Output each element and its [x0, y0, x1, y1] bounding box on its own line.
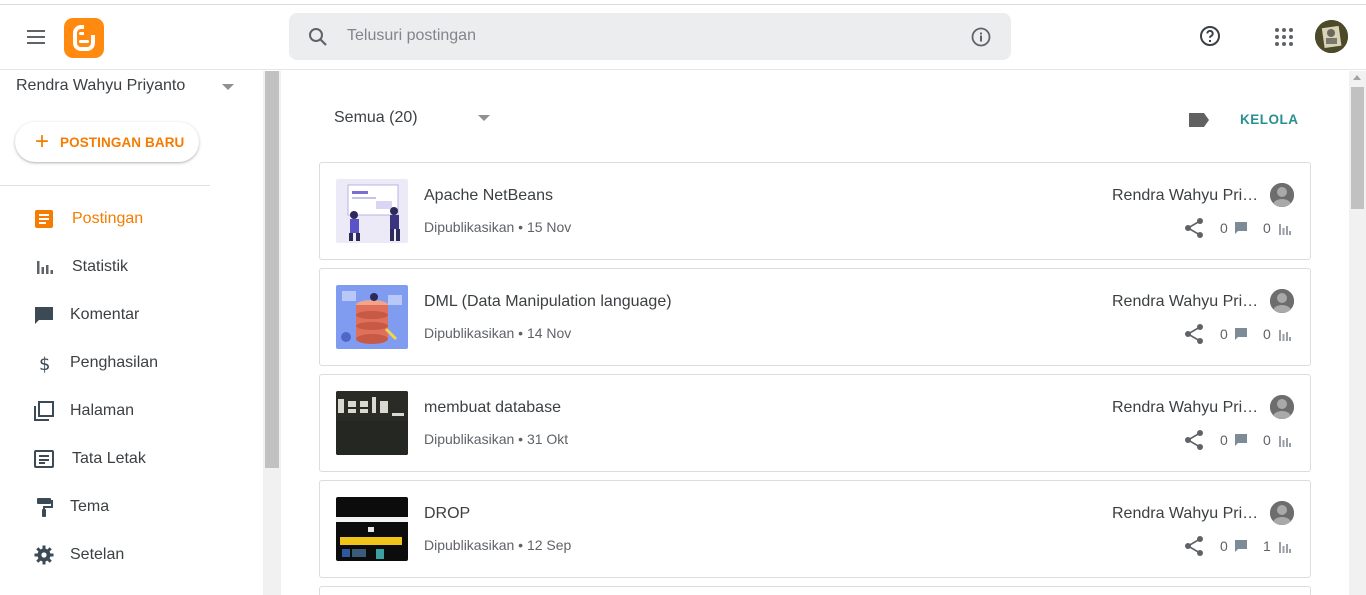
apps-grid-icon[interactable]: [1272, 25, 1296, 49]
paint-roller-icon: [32, 495, 56, 519]
app-header: [0, 5, 1366, 70]
blogger-logo-icon[interactable]: [64, 18, 104, 58]
divider: [0, 185, 210, 186]
post-list-item[interactable]: DROP Dipublikasikan • 12 Sep Rendra Wahy…: [319, 480, 1311, 578]
sidebar-item-label: Statistik: [72, 258, 129, 275]
post-title[interactable]: DROP: [424, 505, 470, 523]
view-count: 0: [1263, 220, 1271, 236]
search-input[interactable]: [347, 21, 947, 51]
post-thumbnail: [336, 497, 408, 561]
view-count: 1: [1263, 538, 1271, 554]
gear-icon: [32, 543, 56, 567]
sidebar-item-label: Halaman: [70, 402, 135, 419]
sidebar-item-label: Tema: [70, 498, 110, 515]
search-bar: [289, 13, 1011, 60]
post-status: Dipublikasikan • 31 Okt: [424, 431, 569, 447]
manage-labels-button[interactable]: KELOLA: [1240, 112, 1299, 127]
author-avatar: [1270, 289, 1294, 313]
sidebar-item-label: Komentar: [70, 306, 140, 323]
sidebar-item-theme[interactable]: Tema: [0, 487, 260, 527]
help-icon[interactable]: [1198, 24, 1222, 48]
post-title[interactable]: DML (Data Manipulation language): [424, 293, 672, 311]
author-avatar: [1270, 501, 1294, 525]
comment-icon: [1234, 539, 1248, 553]
sidebar-item-settings[interactable]: Setelan: [0, 535, 260, 575]
post-status: Dipublikasikan • 12 Sep: [424, 537, 572, 553]
new-post-button[interactable]: + POSTINGAN BARU: [15, 122, 199, 162]
blog-selector[interactable]: Rendra Wahyu Priyanto: [16, 77, 185, 95]
account-avatar[interactable]: [1315, 20, 1348, 53]
sidebar-item-label: Setelan: [70, 546, 125, 563]
stats-icon: [32, 255, 56, 279]
author-avatar: [1270, 183, 1294, 207]
chevron-down-icon[interactable]: [222, 84, 234, 90]
sidebar-item-pages[interactable]: Halaman: [0, 391, 260, 431]
post-list-item[interactable]: Apache NetBeans Dipublikasikan • 15 Nov …: [319, 162, 1311, 260]
search-icon[interactable]: [306, 25, 330, 49]
comment-icon: [1234, 221, 1248, 235]
post-thumbnail: [336, 179, 408, 243]
comment-count: 0: [1220, 326, 1228, 342]
pages-icon: [32, 399, 56, 423]
post-author: Rendra Wahyu Priyanto: [1112, 505, 1262, 522]
comment-icon: [1234, 327, 1248, 341]
author-avatar: [1270, 395, 1294, 419]
share-icon[interactable]: [1183, 217, 1205, 239]
scroll-up-arrow-icon[interactable]: [1353, 75, 1361, 80]
post-author: Rendra Wahyu Priyanto: [1112, 293, 1262, 310]
comment-count: 0: [1220, 432, 1228, 448]
view-count: 0: [1263, 432, 1271, 448]
chevron-down-icon[interactable]: [478, 115, 490, 121]
view-count: 0: [1263, 326, 1271, 342]
post-title[interactable]: membuat database: [424, 399, 561, 417]
info-icon[interactable]: [970, 26, 992, 48]
post-thumbnail: [336, 285, 408, 349]
comment-count: 0: [1220, 220, 1228, 236]
share-icon[interactable]: [1183, 323, 1205, 345]
comment-icon: [1234, 433, 1248, 447]
comment-count: 0: [1220, 538, 1228, 554]
post-filter-dropdown[interactable]: Semua (20): [334, 109, 418, 127]
stats-icon: [1279, 328, 1291, 341]
posts-icon: [32, 207, 56, 231]
comment-icon: [32, 303, 56, 327]
sidebar: Rendra Wahyu Priyanto + POSTINGAN BARU P…: [0, 71, 263, 595]
post-status: Dipublikasikan • 14 Nov: [424, 325, 572, 341]
post-list-item[interactable]: [319, 586, 1311, 595]
post-title[interactable]: Apache NetBeans: [424, 187, 553, 205]
label-icon[interactable]: [1187, 111, 1211, 129]
post-author: Rendra Wahyu Priyanto: [1112, 399, 1262, 416]
stats-icon: [1279, 222, 1291, 235]
sidebar-item-label: Penghasilan: [70, 354, 159, 371]
post-status: Dipublikasikan • 15 Nov: [424, 219, 572, 235]
post-list-item[interactable]: membuat database Dipublikasikan • 31 Okt…: [319, 374, 1311, 472]
dollar-icon: $: [32, 351, 56, 375]
main-scrollbar-thumb[interactable]: [1351, 87, 1364, 209]
post-list-item[interactable]: DML (Data Manipulation language) Dipubli…: [319, 268, 1311, 366]
stats-icon: [1279, 540, 1291, 553]
sidebar-scrollbar-thumb[interactable]: [265, 71, 279, 468]
sidebar-item-label: Tata Letak: [72, 450, 146, 467]
plus-icon: +: [35, 128, 50, 155]
sidebar-item-posts[interactable]: Postingan: [0, 199, 260, 239]
sidebar-item-earnings[interactable]: $ Penghasilan: [0, 343, 260, 383]
sidebar-item-stats[interactable]: Statistik: [0, 247, 260, 287]
post-author: Rendra Wahyu Priyanto: [1112, 187, 1262, 204]
sidebar-item-comments[interactable]: Komentar: [0, 295, 260, 335]
stats-icon: [1279, 434, 1291, 447]
svg-text:$: $: [39, 354, 50, 375]
hamburger-menu-icon[interactable]: [24, 25, 48, 49]
post-thumbnail: [336, 391, 408, 455]
share-icon[interactable]: [1183, 535, 1205, 557]
layout-icon: [32, 447, 56, 471]
share-icon[interactable]: [1183, 429, 1205, 451]
sidebar-item-layout[interactable]: Tata Letak: [0, 439, 260, 479]
new-post-label: POSTINGAN BARU: [60, 135, 185, 150]
sidebar-item-label: Postingan: [72, 210, 144, 227]
